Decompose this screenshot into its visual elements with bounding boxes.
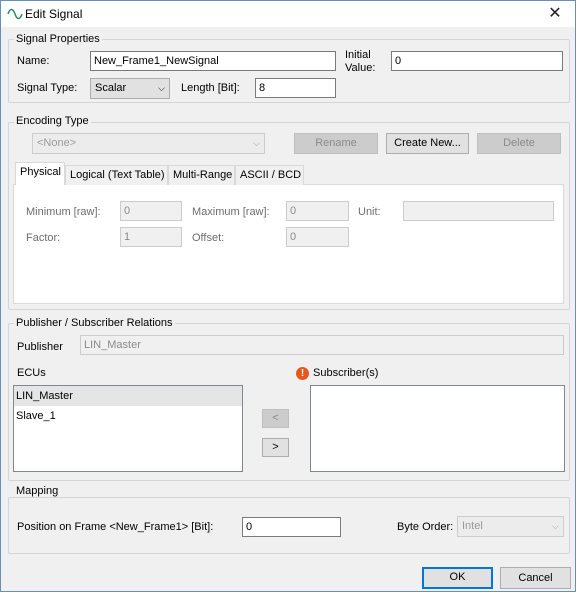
create-new-button[interactable]: Create New... xyxy=(386,133,469,154)
initial-value-input[interactable]: 0 xyxy=(391,51,563,71)
move-left-button[interactable]: < xyxy=(262,409,289,428)
sine-wave-icon xyxy=(7,8,23,20)
edit-signal-dialog: Edit Signal ✕ Signal Properties Name: Ne… xyxy=(0,0,576,592)
ok-button[interactable]: OK xyxy=(422,567,493,589)
signal-type-value: Scalar xyxy=(95,82,127,94)
chevron-down-icon: ⌵ xyxy=(552,521,559,531)
signal-type-label: Signal Type: xyxy=(17,82,78,94)
cancel-button[interactable]: Cancel xyxy=(500,567,571,589)
chevron-down-icon: ⌵ xyxy=(253,138,260,148)
maximum-input[interactable]: 0 xyxy=(286,201,349,221)
subscribers-label: Subscriber(s) xyxy=(313,367,379,379)
subscribers-list[interactable] xyxy=(310,385,565,472)
close-icon[interactable]: ✕ xyxy=(545,4,565,24)
minimum-label: Minimum [raw]: xyxy=(26,206,101,218)
position-label: Position on Frame <New_Frame1> [Bit]: xyxy=(17,521,214,533)
tab-logical[interactable]: Logical (Text Table) xyxy=(65,165,168,185)
signal-type-select[interactable]: Scalar ⌵ xyxy=(90,78,170,99)
initial-value-label-line2: Value: xyxy=(345,62,376,74)
factor-label: Factor: xyxy=(26,232,61,244)
length-label: Length [Bit]: xyxy=(181,82,240,94)
ecus-label: ECUs xyxy=(17,367,46,379)
unit-label: Unit: xyxy=(358,206,381,218)
offset-label: Offset: xyxy=(192,232,225,244)
list-item[interactable]: Slave_1 xyxy=(14,406,242,426)
offset-input[interactable]: 0 xyxy=(286,227,349,247)
tab-multi-range[interactable]: Multi-Range xyxy=(168,165,235,185)
minimum-input[interactable]: 0 xyxy=(120,201,182,221)
delete-button[interactable]: Delete xyxy=(477,133,561,154)
byte-order-value: Intel xyxy=(462,520,483,532)
encoding-type-value: <None> xyxy=(37,137,77,149)
chevron-down-icon: ⌵ xyxy=(158,83,165,93)
factor-input[interactable]: 1 xyxy=(120,227,182,247)
encoding-type-select[interactable]: <None> ⌵ xyxy=(32,133,265,154)
name-input[interactable]: New_Frame1_NewSignal xyxy=(90,51,336,71)
unit-input[interactable] xyxy=(403,201,554,221)
tab-ascii-bcd[interactable]: ASCII / BCD xyxy=(235,165,304,185)
publisher-label: Publisher xyxy=(17,341,63,353)
title-bar: Edit Signal ✕ xyxy=(1,1,575,27)
rename-button[interactable]: Rename xyxy=(294,133,378,154)
warning-icon: ! xyxy=(296,367,309,380)
position-input[interactable]: 0 xyxy=(242,517,341,537)
signal-properties-title: Signal Properties xyxy=(14,33,102,45)
name-label: Name: xyxy=(17,55,50,67)
ecus-list[interactable]: LIN_Master Slave_1 xyxy=(13,385,243,472)
list-item[interactable]: LIN_Master xyxy=(14,386,242,406)
maximum-label: Maximum [raw]: xyxy=(192,206,270,218)
length-input[interactable]: 8 xyxy=(255,78,336,98)
relations-title: Publisher / Subscriber Relations xyxy=(14,317,175,329)
move-right-button[interactable]: > xyxy=(262,438,289,457)
byte-order-select[interactable]: Intel ⌵ xyxy=(457,516,564,537)
publisher-input[interactable]: LIN_Master xyxy=(80,335,564,355)
initial-value-label-line1: Initial xyxy=(345,49,371,61)
mapping-title: Mapping xyxy=(14,485,61,497)
tab-physical[interactable]: Physical xyxy=(15,162,65,185)
window-title: Edit Signal xyxy=(25,7,83,21)
encoding-type-title: Encoding Type xyxy=(14,115,91,127)
byte-order-label: Byte Order: xyxy=(397,521,454,533)
